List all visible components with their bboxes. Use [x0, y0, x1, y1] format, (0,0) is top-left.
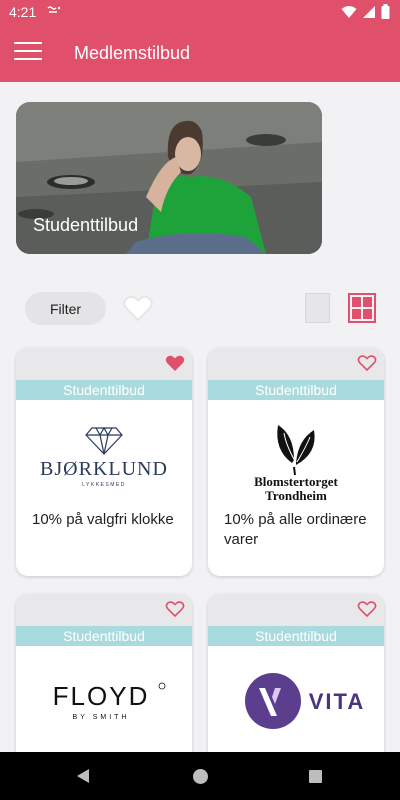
offer-description: 10% på alle ordinære varer [224, 511, 367, 548]
recent-apps-icon[interactable] [309, 770, 322, 783]
list-view-icon[interactable] [305, 293, 330, 323]
hero-banner-studenttilbud[interactable]: Studenttilbud [16, 102, 322, 254]
brand-name: Blomstertorget [254, 474, 338, 489]
system-navigation-bar [0, 752, 400, 800]
brand-subtitle: Trondheim [265, 488, 327, 503]
heart-filled-icon[interactable] [165, 354, 185, 377]
brand-subtitle: BY SMITH [73, 714, 130, 721]
offer-card-bjorklund[interactable]: Studenttilbud BJØRKLUND LYKKESMED 10% på… [16, 348, 192, 576]
heart-outline-icon[interactable] [357, 354, 377, 377]
grid-view-icon[interactable] [348, 293, 376, 323]
offer-tag: Studenttilbud [208, 626, 384, 646]
card-header [16, 594, 192, 626]
heart-outline-icon[interactable] [165, 600, 185, 623]
vita-logo: VITA [208, 646, 384, 756]
home-icon[interactable] [193, 769, 208, 784]
brand-name: BJØRKLUND [40, 458, 168, 480]
brand-name: FLOYD [53, 681, 150, 711]
heart-outline-icon[interactable] [123, 294, 153, 327]
card-header [208, 594, 384, 626]
brand-subtitle: LYKKESMED [82, 482, 126, 488]
app-bar: Medlemstilbud [0, 24, 400, 82]
offer-description: 10% på valgfri klokke [32, 511, 174, 528]
hamburger-menu-icon[interactable] [14, 42, 42, 64]
offer-card-blomstertorget[interactable]: Studenttilbud Blomstertorget Trondheim 1… [208, 348, 384, 576]
blomstertorget-logo: Blomstertorget Trondheim [208, 400, 384, 510]
bjorklund-logo: BJØRKLUND LYKKESMED [16, 400, 192, 510]
filter-button[interactable]: Filter [25, 292, 106, 325]
back-icon[interactable] [76, 768, 90, 789]
floyd-logo: FLOYD BY SMITH [16, 646, 192, 756]
status-time: 4:21 [9, 4, 37, 20]
sim-icon [46, 5, 62, 20]
page-title: Medlemstilbud [74, 43, 191, 63]
status-bar: 4:21 [0, 0, 400, 24]
brand-name: VITA [309, 689, 365, 714]
offer-tag: Studenttilbud [16, 626, 192, 646]
offer-tag: Studenttilbud [16, 380, 192, 400]
heart-outline-icon[interactable] [357, 600, 377, 623]
card-header [16, 348, 192, 380]
offer-card-vita[interactable]: Studenttilbud VITA [208, 594, 384, 764]
hero-label: Studenttilbud [33, 215, 139, 235]
wifi-icon [341, 5, 357, 22]
battery-icon [381, 4, 390, 22]
signal-icon [362, 5, 376, 22]
offer-card-floyd[interactable]: Studenttilbud FLOYD BY SMITH [16, 594, 192, 764]
status-icons [341, 4, 390, 22]
offer-tag: Studenttilbud [208, 380, 384, 400]
card-header [208, 348, 384, 380]
